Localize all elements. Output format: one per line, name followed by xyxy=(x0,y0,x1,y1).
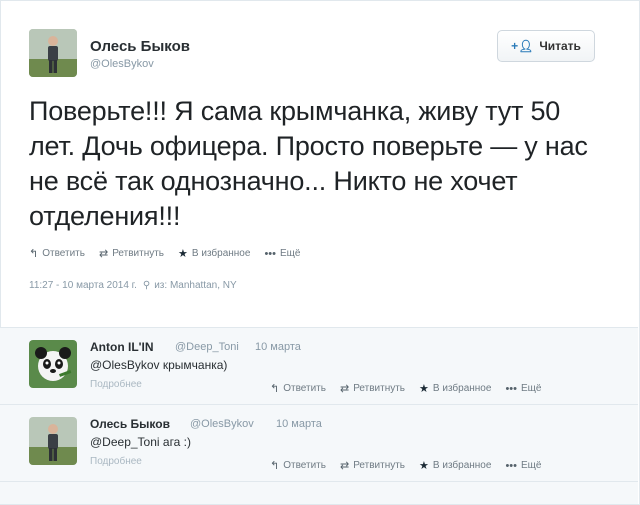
reply-author-handle[interactable]: @OlesBykov xyxy=(190,418,254,430)
reply-label: Ответить xyxy=(283,383,326,394)
favorite-label: В избранное xyxy=(191,248,251,259)
reply-text: @Deep_Toni ага :) xyxy=(90,435,192,449)
more-label: Ещё xyxy=(280,248,301,259)
reply-icon: ↰ xyxy=(29,248,39,260)
reply-avatar[interactable] xyxy=(29,340,77,388)
reply-label: Ответить xyxy=(283,460,326,471)
retweet-label: Ретвитнуть xyxy=(353,460,406,471)
more-dots-icon: ••• xyxy=(264,247,276,260)
reply-icon: ↰ xyxy=(270,460,280,472)
retweet-action[interactable]: ⇄ Ретвитнуть xyxy=(99,247,164,260)
favorite-label: В избранное xyxy=(432,383,492,394)
retweet-label: Ретвитнуть xyxy=(112,248,165,259)
tweet-timestamp[interactable]: 11:27 - 10 марта 2014 г. xyxy=(29,280,137,291)
author-name[interactable]: Олесь Быков xyxy=(90,38,190,55)
more-action[interactable]: ••• Ещё xyxy=(505,460,541,472)
author-avatar[interactable] xyxy=(29,29,77,77)
retweet-icon: ⇄ xyxy=(339,460,350,472)
reply-author-name[interactable]: Anton IL'IN xyxy=(90,340,154,354)
favorite-label: В избранное xyxy=(432,460,492,471)
replies-footer xyxy=(0,481,638,504)
follow-button[interactable]: +👤︎ Читать xyxy=(497,30,595,62)
reply-item: Олесь Быков @OlesBykov 10 марта @Deep_To… xyxy=(0,404,638,482)
tweet-text: Поверьте!!! Я сама крымчанка, живу тут 5… xyxy=(29,96,588,231)
favorite-action[interactable]: ★ В избранное xyxy=(178,247,250,260)
favorite-action[interactable]: ★ В избранное xyxy=(419,459,491,472)
reply-time[interactable]: 10 марта xyxy=(255,341,301,353)
more-dots-icon: ••• xyxy=(505,459,517,472)
reply-details-link[interactable]: Подробнее xyxy=(90,379,142,390)
reply-item: Anton IL'IN @Deep_Toni 10 марта @OlesByk… xyxy=(0,327,638,405)
more-action[interactable]: ••• Ещё xyxy=(264,248,300,260)
reply-action[interactable]: ↰ Ответить xyxy=(29,247,85,260)
retweet-label: Ретвитнуть xyxy=(353,383,406,394)
follow-button-label: Читать xyxy=(539,39,581,53)
more-dots-icon: ••• xyxy=(505,382,517,395)
add-user-icon: +👤︎ xyxy=(511,39,534,53)
star-icon: ★ xyxy=(178,248,188,260)
reply-label: Ответить xyxy=(42,248,85,259)
reply-action[interactable]: ↰ Ответить xyxy=(270,382,326,395)
tweet-actions: ↰ Ответить ⇄ Ретвитнуть ★ В избранное ••… xyxy=(29,247,314,261)
reply-author-handle[interactable]: @Deep_Toni xyxy=(175,341,239,353)
reply-text: @OlesBykov крымчанка) xyxy=(90,358,228,372)
retweet-action[interactable]: ⇄ Ретвитнуть xyxy=(340,459,405,472)
reply-details-link[interactable]: Подробнее xyxy=(90,456,142,467)
star-icon: ★ xyxy=(419,383,429,395)
reply-author-name[interactable]: Олесь Быков xyxy=(90,417,170,431)
reply-time[interactable]: 10 марта xyxy=(276,418,322,430)
star-icon: ★ xyxy=(419,460,429,472)
favorite-action[interactable]: ★ В избранное xyxy=(419,382,491,395)
retweet-icon: ⇄ xyxy=(98,248,109,260)
reply-actions: ↰ Ответить ⇄ Ретвитнуть ★ В избранное ••… xyxy=(270,459,541,473)
reply-action[interactable]: ↰ Ответить xyxy=(270,459,326,472)
retweet-icon: ⇄ xyxy=(339,383,350,395)
more-label: Ещё xyxy=(521,383,542,394)
more-action[interactable]: ••• Ещё xyxy=(505,383,541,395)
more-label: Ещё xyxy=(521,460,542,471)
retweet-action[interactable]: ⇄ Ретвитнуть xyxy=(340,382,405,395)
reply-icon: ↰ xyxy=(270,383,280,395)
author-handle[interactable]: @OlesBykov xyxy=(90,58,154,70)
location-pin-icon: ⚲ xyxy=(142,280,151,291)
reply-actions: ↰ Ответить ⇄ Ретвитнуть ★ В избранное ••… xyxy=(270,382,541,396)
tweet-meta: 11:27 - 10 марта 2014 г. ⚲ из: Manhattan… xyxy=(29,280,237,291)
reply-avatar[interactable] xyxy=(29,417,77,465)
tweet-location[interactable]: из: Manhattan, NY xyxy=(154,280,236,291)
